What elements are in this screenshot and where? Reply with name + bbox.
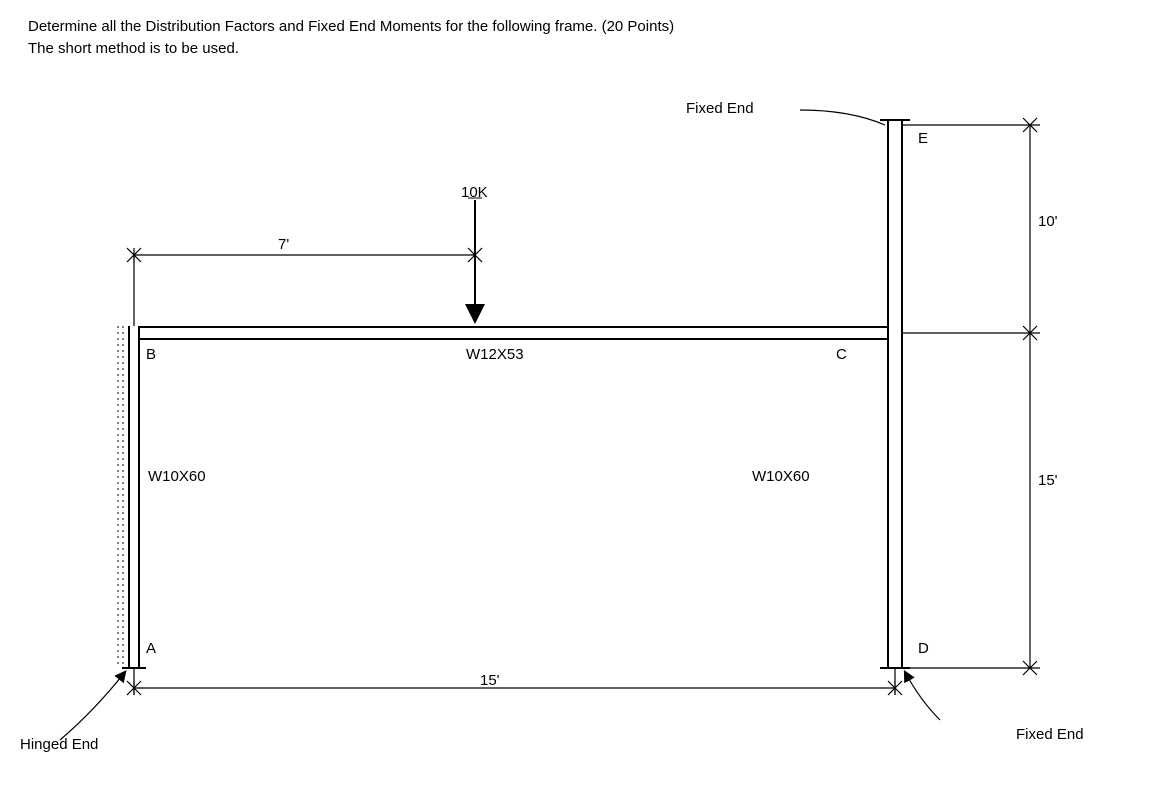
dim-7-label: 7' [278,236,289,253]
dim-span-label: 15' [480,672,500,689]
hinged-end-label: Hinged End [20,736,98,753]
dim-15-right-label: 15' [1038,472,1058,489]
node-A-label: A [146,640,156,657]
beam-section-label: W12X53 [466,346,524,363]
left-column-section-label: W10X60 [148,468,206,485]
load-magnitude-label: 10K [461,184,488,201]
node-D-label: D [918,640,929,657]
fixed-end-bottom-label: Fixed End [1016,726,1084,743]
right-column-section-label: W10X60 [752,468,810,485]
node-C-label: C [836,346,847,363]
node-E-label: E [918,130,928,147]
frame-diagram [0,0,1152,800]
fixed-end-top-label: Fixed End [686,100,754,117]
dim-10-label: 10' [1038,213,1058,230]
node-B-label: B [146,346,156,363]
